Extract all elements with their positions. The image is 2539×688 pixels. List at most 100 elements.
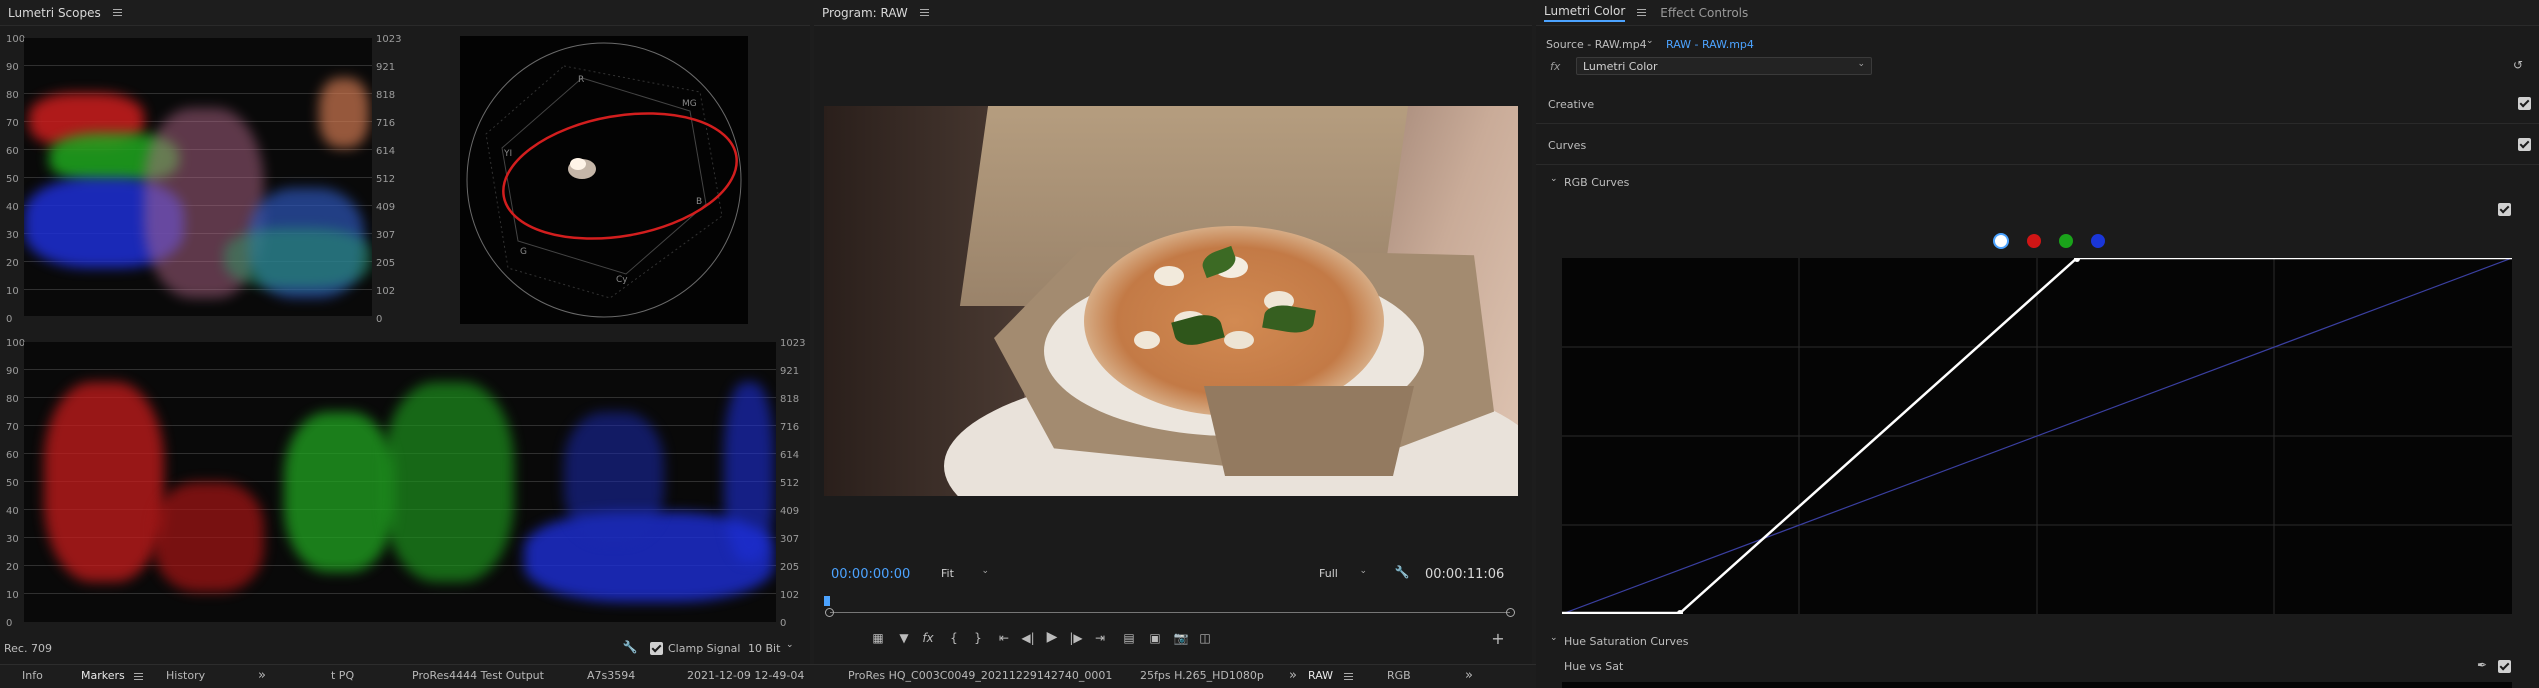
vectorscope: R MG B Cy G YI (460, 36, 748, 324)
sequence-tab-pq[interactable]: t PQ (331, 665, 354, 687)
scopes-header: Lumetri Scopes (0, 0, 810, 26)
overflow-button[interactable]: » (1465, 665, 1473, 687)
panel-menu-icon[interactable] (1344, 673, 1353, 680)
parade-left-scale: 100 90 80 70 60 50 40 30 20 10 0 (6, 338, 26, 629)
tab-lumetri-scopes[interactable]: Lumetri Scopes (8, 6, 101, 20)
duration-timecode: 00:00:11:06 (1425, 567, 1505, 582)
parade-right-scale: 1023 921 818 716 614 512 409 307 205 102… (780, 338, 806, 629)
hue-vs-sat-graph[interactable] (1562, 682, 2512, 688)
chevron-down-icon[interactable]: ⌄ (1550, 174, 1558, 184)
panel-menu-icon[interactable] (112, 9, 122, 16)
current-timecode[interactable]: 00:00:00:00 (831, 567, 910, 582)
chevron-down-icon: ⌄ (981, 566, 989, 576)
tab-history[interactable]: History (166, 665, 205, 687)
sequence-tab-a7s3594[interactable]: A7s3594 (587, 665, 635, 687)
overflow-button[interactable]: » (258, 665, 266, 687)
parade-blue-channel (524, 342, 776, 622)
sequence-tab-h265[interactable]: 25fps H.265_HD1080p (1140, 665, 1264, 687)
creative-enable-checkbox[interactable] (2518, 97, 2531, 110)
channel-blue-button[interactable] (2091, 234, 2105, 248)
playhead[interactable] (824, 596, 830, 606)
channel-red-button[interactable] (2027, 234, 2041, 248)
hue-vs-sat-enable-checkbox[interactable] (2498, 660, 2511, 673)
sequence-tab-rgb[interactable]: RGB (1387, 665, 1411, 687)
reset-icon[interactable]: ↺ (2510, 58, 2526, 72)
rgb-curves-enable-checkbox[interactable] (2498, 203, 2511, 216)
panel-menu-icon[interactable] (1637, 9, 1647, 16)
chevron-down-icon[interactable]: ⌄ (786, 640, 794, 650)
panel-menu-icon[interactable] (134, 673, 143, 680)
target-clip-link[interactable]: RAW - RAW.mp4 (1666, 38, 1754, 51)
curves-enable-checkbox[interactable] (2518, 138, 2531, 151)
lift-icon[interactable]: ▤ (1120, 631, 1138, 645)
clamp-signal-label: Clamp Signal (668, 642, 741, 655)
effect-select[interactable]: Lumetri Color ⌄ (1576, 57, 1872, 75)
sequence-tab-raw[interactable]: RAW (1308, 665, 1333, 687)
color-space-label: Rec. 709 (4, 642, 52, 655)
section-curves-label: Curves (1548, 139, 1587, 152)
vectorscope-label-b: B (696, 197, 702, 207)
chevron-down-icon[interactable]: ⌄ (1646, 36, 1654, 46)
go-to-out-icon[interactable]: ⇥ (1092, 631, 1108, 645)
channel-white-button[interactable] (1993, 233, 2009, 249)
vectorscope-label-r: R (578, 75, 584, 85)
section-creative[interactable]: Creative (1536, 84, 2539, 124)
tab-info[interactable]: Info (22, 665, 43, 687)
overflow-button[interactable]: » (1289, 665, 1297, 687)
zoom-select[interactable]: Fit ⌄ (934, 564, 996, 582)
sequence-tab-date[interactable]: 2021-12-09 12-49-04 (687, 665, 804, 687)
go-to-in-icon[interactable]: ⇤ (996, 631, 1012, 645)
export-frame-icon[interactable]: 📷 (1172, 631, 1190, 645)
section-curves[interactable]: Curves (1536, 125, 2539, 165)
source-clip-select[interactable]: Source - RAW.mp4 (1546, 38, 1647, 51)
parade-green-channel (274, 342, 524, 622)
lumetri-color-header: Lumetri Color Effect Controls (1536, 0, 2539, 26)
chevron-down-icon[interactable]: ⌄ (1550, 633, 1558, 643)
vectorscope-graph: R MG B Cy G YI (466, 42, 742, 318)
out-point-icon[interactable]: } (970, 631, 986, 645)
channel-green-button[interactable] (2059, 234, 2073, 248)
parade-red-channel (24, 342, 274, 622)
panel-menu-icon[interactable] (919, 9, 929, 16)
eyedropper-icon[interactable]: ✒ (2474, 658, 2490, 672)
lumetri-scopes-area: 100 90 80 70 60 50 40 30 20 10 0 1023 92… (0, 26, 810, 664)
clamp-signal-checkbox[interactable] (650, 642, 663, 655)
play-icon[interactable]: ▶ (1044, 629, 1060, 645)
marker-icon[interactable]: ▼ (896, 631, 912, 645)
marker-add-icon[interactable]: ▦ (870, 631, 886, 645)
scrub-end-handle[interactable] (1506, 608, 1515, 617)
tab-lumetri-color[interactable]: Lumetri Color (1544, 4, 1626, 22)
program-monitor-panel: Program: RAW 00:00:00:00 Fit ⌄ Full ⌄ 🔧 00… (814, 0, 1532, 664)
rgb-curve-svg[interactable] (1561, 256, 2513, 616)
waveform-right-scale: 1023 921 818 716 614 512 409 307 205 102… (376, 34, 402, 325)
wrench-icon[interactable]: 🔧 (622, 640, 638, 654)
rgb-curves-label[interactable]: RGB Curves (1564, 176, 1629, 189)
bit-depth-select[interactable]: 10 Bit (748, 642, 780, 655)
extract-icon[interactable]: ▣ (1146, 631, 1164, 645)
timeline-scrubber[interactable] (830, 612, 1510, 613)
sequence-tab-prores4444[interactable]: ProRes4444 Test Output (412, 665, 544, 687)
hue-vs-sat-label: Hue vs Sat (1564, 660, 1624, 673)
tab-effect-controls[interactable]: Effect Controls (1660, 6, 1748, 20)
chevron-down-icon: ⌄ (1857, 59, 1865, 69)
bottom-bar: Info Markers History » t PQ ProRes4444 T… (0, 664, 1536, 688)
tab-program[interactable]: Program: RAW (822, 6, 908, 20)
program-header: Program: RAW (814, 0, 1532, 26)
add-button-icon[interactable]: + (1490, 629, 1506, 648)
tab-markers[interactable]: Markers (81, 665, 125, 687)
scrub-start-handle[interactable] (825, 608, 834, 617)
vectorscope-label-yl: YI (503, 149, 512, 159)
in-point-icon[interactable]: { (946, 631, 962, 645)
vectorscope-label-g: G (520, 247, 527, 257)
fx-icon[interactable]: fx (920, 631, 936, 645)
rgb-curve-graph[interactable] (1561, 256, 2513, 616)
wrench-icon[interactable]: 🔧 (1394, 565, 1410, 579)
sequence-tab-prores-hq[interactable]: ProRes HQ_C003C0049_20211229142740_0001 (848, 665, 1112, 687)
hue-sat-curves-label[interactable]: Hue Saturation Curves (1564, 635, 1689, 648)
compare-icon[interactable]: ◫ (1196, 631, 1214, 645)
step-forward-icon[interactable]: |▶ (1068, 631, 1084, 645)
resolution-select[interactable]: Full ⌄ (1312, 564, 1374, 582)
vectorscope-label-mg: MG (682, 99, 697, 109)
step-back-icon[interactable]: ◀| (1020, 631, 1036, 645)
section-creative-label: Creative (1548, 98, 1595, 111)
